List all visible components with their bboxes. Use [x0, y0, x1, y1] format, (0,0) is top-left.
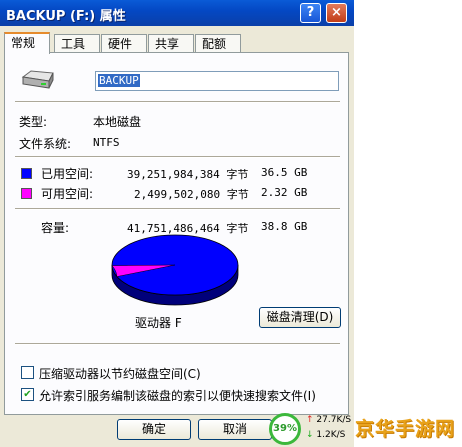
capacity-label: 容量: [41, 221, 70, 235]
close-button[interactable]: × [326, 3, 347, 23]
used-space-bytes: 39,251,984,384 字节 [127, 168, 249, 181]
tab-hardware[interactable]: 硬件 [101, 34, 147, 52]
free-color-swatch [21, 188, 32, 199]
used-color-swatch [21, 168, 32, 179]
speed-gauge: 39% [269, 413, 301, 445]
capacity-size: 38.8 GB [261, 220, 308, 233]
compress-checkbox[interactable] [21, 366, 34, 379]
upload-speed-value: 27.7K/S [316, 415, 352, 425]
index-checkbox[interactable]: ✔ [21, 388, 34, 401]
type-value: 本地磁盘 [93, 115, 142, 129]
download-speed: ↓ 1.2K/S [306, 430, 345, 440]
filesystem-label: 文件系统: [19, 137, 72, 151]
ok-button[interactable]: 确定 [117, 419, 191, 440]
disk-usage-pie [111, 234, 239, 306]
drive-icon [21, 70, 54, 89]
tab-quota[interactable]: 配额 [195, 34, 241, 52]
filesystem-value: NTFS [93, 136, 120, 149]
download-arrow-icon: ↓ [306, 430, 314, 440]
type-label: 类型: [19, 115, 48, 129]
used-space-label: 已用空间: [41, 167, 94, 181]
used-space-size: 36.5 GB [261, 166, 308, 179]
compress-label[interactable]: 压缩驱动器以节约磁盘空间(C) [39, 365, 201, 382]
tab-sharing[interactable]: 共享 [148, 34, 194, 52]
download-speed-value: 1.2K/S [316, 430, 346, 440]
help-button[interactable]: ? [300, 3, 321, 23]
general-panel: BACKUP 类型: 本地磁盘 文件系统: NTFS 已用空间: 39,251,… [4, 52, 349, 415]
properties-window: BACKUP (F:) 属性 ? × 常规 工具 硬件 共享 配额 BACKUP… [0, 0, 354, 447]
window-title: BACKUP (F:) 属性 [6, 9, 126, 24]
divider [15, 156, 340, 158]
free-space-size: 2.32 GB [261, 186, 308, 199]
index-label[interactable]: 允许索引服务编制该磁盘的索引以便快速搜索文件(I) [39, 387, 316, 404]
drive-letter-label: 驱动器 F [135, 316, 182, 330]
network-speed-widget[interactable]: 39% ↑ 27.7K/S ↓ 1.2K/S [266, 410, 356, 447]
upload-arrow-icon: ↑ [306, 415, 314, 425]
tab-general[interactable]: 常规 [4, 32, 50, 54]
tab-strip: 常规 工具 硬件 共享 配额 [4, 32, 350, 54]
divider [15, 101, 340, 103]
disk-cleanup-button[interactable]: 磁盘清理(D) [259, 307, 341, 328]
free-space-bytes: 2,499,502,080 字节 [134, 188, 249, 201]
volume-name-input[interactable]: BACKUP [95, 71, 339, 91]
free-space-label: 可用空间: [41, 187, 94, 201]
upload-speed: ↑ 27.7K/S [306, 415, 351, 425]
title-bar[interactable]: BACKUP (F:) 属性 ? × [0, 0, 354, 26]
cancel-button[interactable]: 取消 [198, 419, 272, 440]
volume-name-text: BACKUP [98, 74, 140, 87]
divider [15, 208, 340, 210]
divider [15, 343, 340, 345]
watermark-logo: 京华手游网 [355, 418, 456, 440]
tab-tools[interactable]: 工具 [54, 34, 100, 52]
